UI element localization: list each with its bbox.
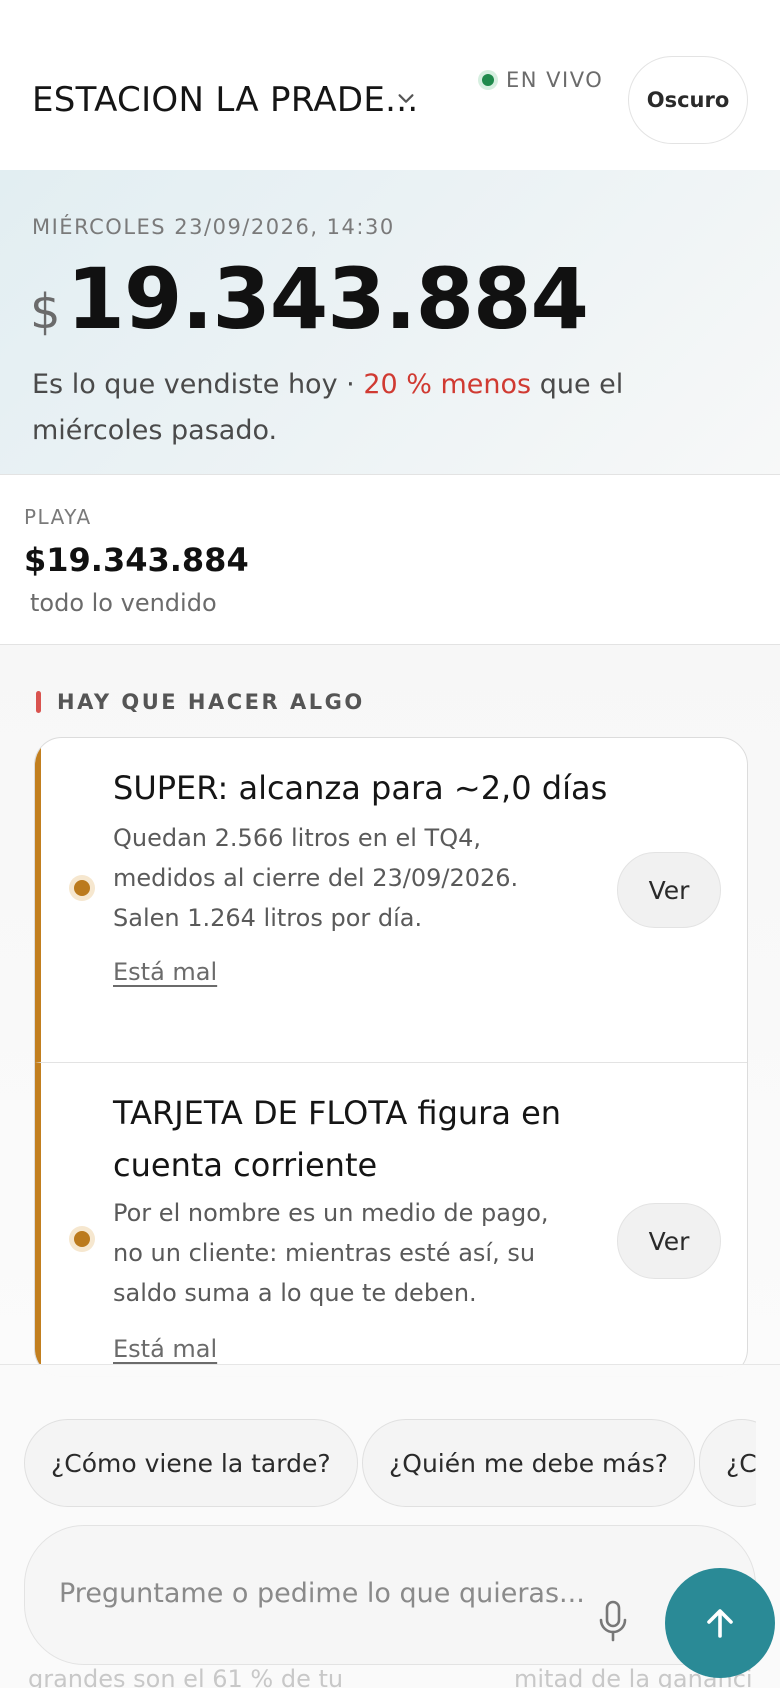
suggestion-chip[interactable]: ¿Cómo viene la tarde? — [24, 1419, 358, 1507]
arrow-up-icon — [707, 1609, 733, 1638]
report-wrong-link[interactable]: Está mal — [113, 1335, 217, 1363]
app-header: ESTACION LA PRADE... EN VIVO Oscuro — [0, 0, 780, 170]
playa-amount: $19.343.884 — [24, 541, 249, 579]
live-dot-icon — [478, 70, 498, 90]
alerts-section: HAY QUE HACER ALGO SUPER: alcanza para ~… — [0, 645, 780, 1377]
sales-summary: MIÉRCOLES 23/09/2026, 14:30 $ 19.343.884… — [0, 170, 780, 475]
sales-change: 20 % menos — [363, 369, 532, 400]
live-label: EN VIVO — [506, 68, 604, 92]
sales-amount: 19.343.884 — [66, 250, 589, 348]
dark-mode-button[interactable]: Oscuro — [628, 56, 748, 144]
playa-summary[interactable]: PLAYA $19.343.884 todo lo vendido — [0, 475, 780, 645]
chat-input-placeholder: Preguntame o pedime lo que quieras... — [59, 1578, 585, 1609]
chat-input[interactable]: Preguntame o pedime lo que quieras... — [24, 1525, 775, 1678]
warning-dot-icon — [69, 875, 95, 901]
alert-title: TARJETA DE FLOTA figura en cuenta corrie… — [113, 1094, 562, 1184]
sales-comparison-prefix: Es lo que vendiste hoy · — [32, 369, 364, 400]
view-button[interactable]: Ver — [617, 1203, 721, 1279]
playa-label: PLAYA — [24, 505, 92, 529]
suggestion-chips: ¿Cómo viene la tarde? ¿Quién me debe más… — [24, 1419, 756, 1509]
alerts-header: HAY QUE HACER ALGO — [36, 690, 365, 714]
live-indicator: EN VIVO — [478, 68, 603, 92]
alerts-title: HAY QUE HACER ALGO — [57, 690, 365, 714]
chevron-down-icon[interactable] — [395, 88, 417, 110]
alert-body: Por el nombre es un medio de pago, no un… — [113, 1199, 549, 1307]
currency-symbol: $ — [30, 284, 61, 340]
playa-subtitle: todo lo vendido — [30, 589, 217, 617]
current-datetime: MIÉRCOLES 23/09/2026, 14:30 — [32, 215, 395, 239]
station-selector[interactable]: ESTACION LA PRADE... — [32, 80, 419, 120]
alert-marker — [36, 691, 41, 713]
view-button[interactable]: Ver — [617, 852, 721, 928]
alert-card: SUPER: alcanza para ~2,0 días Quedan 2.5… — [35, 738, 747, 1063]
sales-comparison: Es lo que vendiste hoy · 20 % menos que … — [32, 362, 672, 454]
alerts-list: SUPER: alcanza para ~2,0 días Quedan 2.5… — [34, 737, 748, 1377]
report-wrong-link[interactable]: Está mal — [113, 958, 217, 986]
background-text: grandes son el 61 % de tu — [28, 1665, 344, 1688]
suggestion-chip[interactable]: ¿C — [699, 1419, 756, 1507]
sales-total: $ 19.343.884 — [30, 250, 589, 348]
microphone-icon[interactable] — [598, 1600, 628, 1642]
composer-area: grandes son el 61 % de tu mitad de la ga… — [0, 1364, 780, 1688]
warning-dot-icon — [69, 1226, 95, 1252]
alert-title: SUPER: alcanza para ~2,0 días — [113, 769, 608, 807]
suggestion-chip[interactable]: ¿Quién me debe más? — [362, 1419, 696, 1507]
alert-card: TARJETA DE FLOTA figura en cuenta corrie… — [35, 1063, 747, 1376]
alert-body: Quedan 2.566 litros en el TQ4, medidos a… — [113, 824, 519, 932]
send-button[interactable] — [665, 1568, 775, 1678]
